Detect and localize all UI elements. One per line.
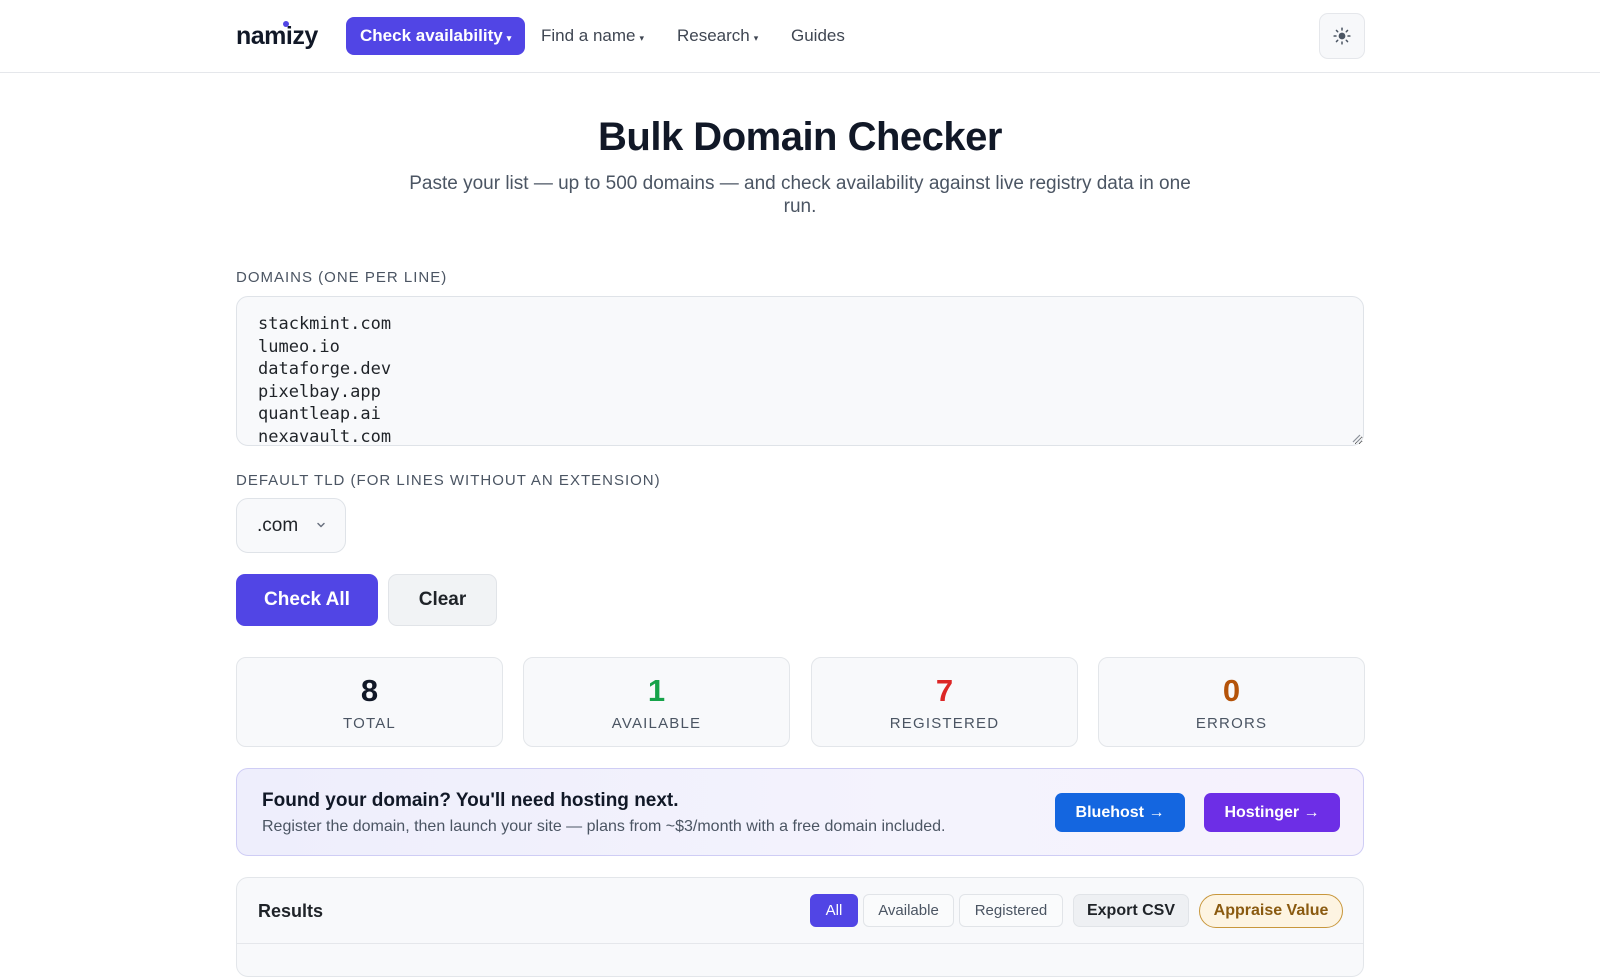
default-tld-select[interactable]: .com <box>236 498 346 553</box>
stat-registered-value: 7 <box>935 673 954 708</box>
clear-button[interactable]: Clear <box>388 574 497 626</box>
sun-icon <box>1333 27 1351 45</box>
nav-research[interactable]: Research ▾ <box>677 17 758 55</box>
export-csv-button[interactable]: Export CSV <box>1073 894 1189 927</box>
page-subtitle: Paste your list — up to 500 domains — an… <box>409 173 1191 217</box>
nav-research-label: Research <box>677 26 750 45</box>
results-panel: Results All Available Registered Export … <box>236 877 1364 977</box>
filter-available-tab[interactable]: Available <box>863 894 954 927</box>
namizy-logo[interactable]: namizy <box>236 21 318 51</box>
nav-find-a-name-label: Find a name <box>541 26 636 45</box>
nav-guides[interactable]: Guides <box>791 17 845 55</box>
promo-title: Found your domain? You'll need hosting n… <box>262 790 679 811</box>
chevron-down-icon: ▾ <box>639 32 645 43</box>
stat-card-total: 8 TOTAL <box>236 657 503 747</box>
nav-guides-label: Guides <box>791 26 845 45</box>
appraise-value-button[interactable]: Appraise Value <box>1199 894 1343 928</box>
logo-dot <box>283 21 289 27</box>
default-tld-label: DEFAULT TLD (FOR LINES WITHOUT AN EXTENS… <box>236 472 661 489</box>
promo-text: Register the domain, then launch your si… <box>262 818 946 835</box>
chevron-down-icon <box>317 522 325 528</box>
default-tld-value: .com <box>257 514 299 536</box>
filter-all-tab[interactable]: All <box>810 894 858 927</box>
results-divider <box>237 943 1363 944</box>
bluehost-button[interactable]: Bluehost → <box>1055 793 1185 832</box>
domains-label: DOMAINS (ONE PER LINE) <box>236 269 448 286</box>
stat-errors-label: ERRORS <box>1195 715 1268 732</box>
stat-total-label: TOTAL <box>343 715 396 732</box>
hosting-promo-banner: Found your domain? You'll need hosting n… <box>236 768 1364 856</box>
chevron-down-icon: ▾ <box>506 32 512 43</box>
results-title: Results <box>258 901 324 921</box>
resize-grip-icon[interactable] <box>1351 433 1361 443</box>
nav-check-availability[interactable]: Check availability ▾ <box>346 17 526 55</box>
stat-total-value: 8 <box>360 673 379 708</box>
domains-textarea[interactable] <box>236 296 1364 446</box>
chevron-down-icon: ▾ <box>753 32 759 43</box>
stat-available-value: 1 <box>647 673 666 708</box>
stat-registered-label: REGISTERED <box>889 715 1000 732</box>
filter-registered-tab[interactable]: Registered <box>959 894 1063 927</box>
check-all-button[interactable]: Check All <box>236 574 378 626</box>
logo-text: namizy <box>236 22 318 50</box>
stat-card-available: 1 AVAILABLE <box>523 657 790 747</box>
stat-card-errors: 0 ERRORS <box>1098 657 1365 747</box>
page-title: Bulk Domain Checker <box>598 115 1002 159</box>
stat-errors-value: 0 <box>1222 673 1241 708</box>
stat-available-label: AVAILABLE <box>611 715 702 732</box>
stat-card-registered: 7 REGISTERED <box>811 657 1078 747</box>
nav-check-availability-label: Check availability <box>360 26 503 45</box>
theme-toggle-button[interactable] <box>1319 13 1365 59</box>
hostinger-button[interactable]: Hostinger → <box>1204 793 1340 832</box>
top-navigation-bar: namizy Check availability ▾ Find a name … <box>0 0 1600 73</box>
nav-find-a-name[interactable]: Find a name ▾ <box>541 17 644 55</box>
